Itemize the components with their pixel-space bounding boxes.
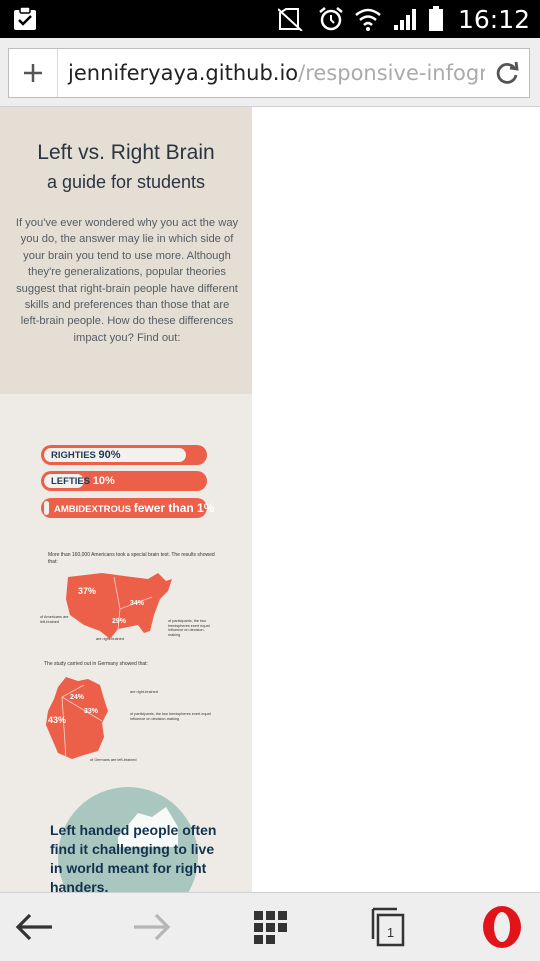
speed-dial-grid-icon xyxy=(254,911,287,944)
germany-caption: The study carried out in Germany showed … xyxy=(44,661,148,667)
bar-ambidextrous: AMBIDEXTROUS fewer than 1% xyxy=(41,498,214,518)
reload-button[interactable] xyxy=(485,49,529,97)
bar-lefties-label: LEFTIES xyxy=(51,476,91,487)
clock: 16:12 xyxy=(457,4,530,34)
germany-note-bottom: of Germans are left-brained xyxy=(90,758,137,762)
bar-lefties-value: 10% xyxy=(92,475,115,487)
new-tab-button[interactable] xyxy=(9,49,58,97)
no-sim-icon xyxy=(277,8,303,31)
plus-icon xyxy=(24,64,42,82)
intro-paragraph: If you've ever wondered why you act the … xyxy=(15,217,239,344)
usa-map: 37% 34% 29% xyxy=(66,573,172,639)
usa-slice-1: 37% xyxy=(78,586,96,596)
speed-dial-button[interactable] xyxy=(230,893,310,961)
germany-slice-1: 24% xyxy=(70,694,85,701)
back-arrow-icon xyxy=(15,913,52,941)
back-button[interactable] xyxy=(0,893,74,961)
germany-note-top: are right-brained xyxy=(130,690,158,694)
germany-slice-3: 43% xyxy=(48,715,66,725)
germany-slice-2: 33% xyxy=(84,708,99,715)
infographic: Left vs. Right Brain a guide for student… xyxy=(0,107,252,892)
tab-count: 1 xyxy=(387,925,394,940)
url-field[interactable]: jenniferyaya.github.io/responsive-infogr… xyxy=(58,61,485,85)
usa-note-left: of Americans are left-brained xyxy=(40,615,69,624)
infographic-subtitle: a guide for students xyxy=(46,172,206,192)
bar-righties: RIGHTIES 90% xyxy=(41,445,207,465)
bar-ambidextrous-value: fewer than 1% xyxy=(133,501,215,515)
url-path: /responsive-infographi xyxy=(298,61,485,85)
browser-toolbar: jenniferyaya.github.io/responsive-infogr… xyxy=(0,38,540,107)
alarm-icon xyxy=(319,7,343,31)
bar-lefties: LEFTIES 10% xyxy=(41,471,207,491)
germany-map: 24% 33% 43% xyxy=(46,677,108,760)
address-bar[interactable]: jenniferyaya.github.io/responsive-infogr… xyxy=(8,48,530,98)
usa-caption: More than 160,000 Americans took a speci… xyxy=(48,552,215,565)
germany-note-mid: of participants, the two hemispheres exe… xyxy=(130,712,211,721)
wifi-icon xyxy=(355,8,381,31)
clipboard-check-icon xyxy=(14,7,36,30)
tabs-button[interactable]: 1 xyxy=(348,893,428,961)
bar-righties-label: RIGHTIES xyxy=(51,450,96,461)
status-bar: 16:12 xyxy=(0,0,540,38)
usa-slice-3: 29% xyxy=(112,618,127,625)
opera-menu-icon xyxy=(483,906,521,948)
bottom-nav-bar: 1 xyxy=(0,892,540,961)
usa-note-right: of participants, the two hemispheres exe… xyxy=(168,619,210,637)
bar-righties-value: 90% xyxy=(98,449,121,461)
forward-button[interactable] xyxy=(112,893,192,961)
url-domain: jenniferyaya.github.io xyxy=(68,61,299,85)
forward-arrow-icon xyxy=(134,913,171,941)
callout-text: Left handed people often find it challen… xyxy=(50,822,217,892)
battery-icon xyxy=(428,6,443,31)
reload-icon xyxy=(496,61,519,84)
usa-note-bottom: are right-brained xyxy=(96,637,124,641)
signal-icon xyxy=(393,9,416,30)
bar-ambidextrous-fill xyxy=(44,501,49,515)
web-content: Left vs. Right Brain a guide for student… xyxy=(0,107,540,892)
opera-menu-button[interactable] xyxy=(462,893,540,961)
bar-ambidextrous-label: AMBIDEXTROUS xyxy=(54,504,132,515)
tabs-icon: 1 xyxy=(371,907,405,947)
infographic-title: Left vs. Right Brain xyxy=(37,141,215,164)
intro-section: Left vs. Right Brain a guide for student… xyxy=(0,107,252,394)
usa-slice-2: 34% xyxy=(130,600,145,607)
